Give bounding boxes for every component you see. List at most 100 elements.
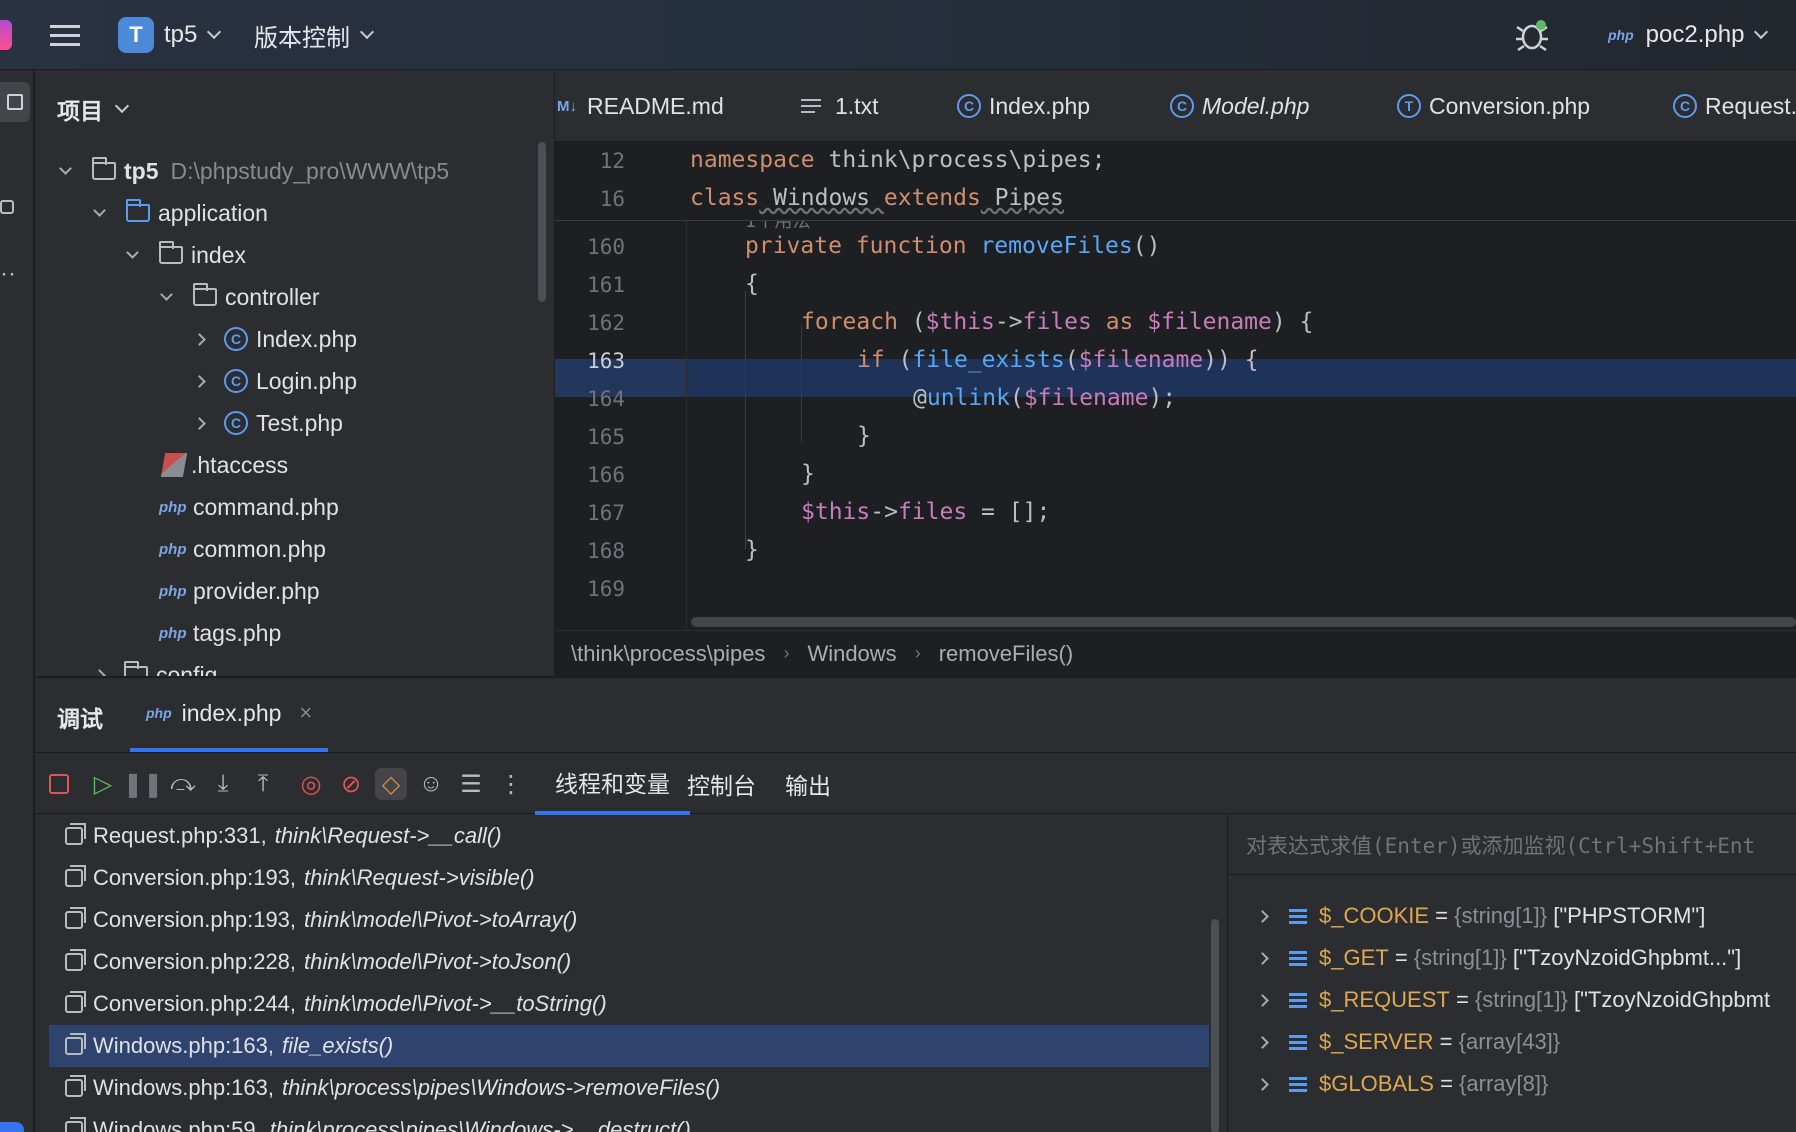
debug-tool-icon[interactable]: ✲: [0, 1122, 24, 1132]
stack-frame[interactable]: Request.php:331, think\Request->__call(): [49, 815, 1209, 857]
pause-button[interactable]: ❚❚: [123, 768, 163, 800]
run-config-selector[interactable]: php poc2.php: [1608, 0, 1769, 70]
step-out-button[interactable]: ⤒: [247, 768, 279, 800]
stack-frame[interactable]: Windows.php:163, think\process\pipes\Wind…: [49, 1067, 1209, 1109]
php-file-icon: php: [1608, 27, 1634, 43]
tree-item-common-php[interactable]: php common.php: [159, 528, 326, 570]
gutter-divider: [686, 221, 687, 630]
stack-frame[interactable]: Conversion.php:193, think\model\Pivot->to…: [49, 899, 1209, 941]
tree-item-index-php[interactable]: C Index.php: [193, 318, 358, 360]
chevron-down-icon: [93, 204, 106, 217]
tab-label: Model.php: [1202, 92, 1310, 119]
stack-frame[interactable]: Conversion.php:228, think\model\Pivot->to…: [49, 941, 1209, 983]
break-at-first-line-button[interactable]: ◇: [375, 768, 407, 800]
tree-item-command-php[interactable]: php command.php: [159, 486, 339, 528]
debug-bug-button[interactable]: [1514, 0, 1550, 70]
evaluate-expression-input[interactable]: 对表达式求值(Enter)或添加监视(Ctrl+Shift+Ent: [1228, 815, 1796, 875]
close-icon[interactable]: ×: [299, 700, 312, 726]
chevron-down-icon: [59, 162, 72, 175]
horizontal-scrollbar[interactable]: [691, 617, 1796, 627]
line-number: 160: [587, 235, 625, 259]
mute-breakpoints-button[interactable]: ⊘: [335, 768, 367, 800]
tree-item-tp5[interactable]: tp5 D:\phpstudy_pro\WWW\tp5: [59, 150, 450, 192]
break-first-line-icon: ◇: [381, 770, 401, 798]
tree-item-provider-php[interactable]: php provider.php: [159, 570, 320, 612]
step-out-icon: ⤒: [257, 770, 269, 797]
tree-item-config[interactable]: config: [93, 654, 217, 676]
tab-conversion-php[interactable]: T Conversion.php: [1397, 70, 1591, 141]
tree-item-path: D:\phpstudy_pro\WWW\tp5: [170, 157, 450, 184]
tab-index-php[interactable]: C Index.php: [957, 70, 1091, 141]
frame-location: Conversion.php:228,: [93, 949, 297, 974]
stop-button[interactable]: [43, 768, 75, 800]
more-options-button[interactable]: ⋮: [495, 768, 527, 800]
project-switcher[interactable]: T tp5: [118, 0, 222, 70]
tree-item-label: Index.php: [256, 325, 358, 352]
vcs-menu[interactable]: 版本控制: [254, 0, 375, 70]
variable-row[interactable]: $_SERVER = {array[43]}: [1256, 1021, 1560, 1063]
stack-frame-selected[interactable]: Windows.php:163, file_exists(): [49, 1025, 1209, 1067]
tab-request-php[interactable]: C Request.: [1673, 70, 1796, 141]
tab-label: Request.: [1705, 92, 1796, 119]
app-logo-icon[interactable]: [0, 0, 16, 70]
frames-scrollbar[interactable]: [1211, 919, 1219, 1132]
tree-item-tags-php[interactable]: php tags.php: [159, 612, 281, 654]
project-scrollbar[interactable]: [538, 142, 546, 302]
chevron-down-icon: [1754, 24, 1769, 40]
tree-item-htaccess[interactable]: .htaccess: [160, 444, 288, 486]
main-menu-button[interactable]: [50, 0, 80, 70]
project-tool-icon[interactable]: [0, 82, 30, 122]
code-line-161: {: [745, 271, 759, 297]
variable-row[interactable]: $_COOKIE = {string[1]} ["PHPSTORM"]: [1256, 895, 1705, 937]
tree-item-application[interactable]: application: [93, 192, 268, 234]
more-tools-icon[interactable]: ··: [0, 260, 16, 288]
variable-row[interactable]: $_GET = {string[1]} ["TzoyNzoidGhpbmt...…: [1256, 937, 1742, 979]
variable-value: ["TzoyNzoidGhpbmt..."]: [1512, 945, 1742, 970]
project-panel-header[interactable]: 项目: [57, 92, 130, 126]
step-over-button[interactable]: ⤼: [167, 768, 199, 800]
evaluate-button[interactable]: ☺: [415, 768, 447, 800]
tab-model-php[interactable]: C Model.php: [1170, 70, 1310, 141]
stack-frame[interactable]: Windows.php:59, think\process\pipes\Windo…: [49, 1109, 1209, 1132]
tab-1-txt[interactable]: 1.txt: [801, 70, 878, 141]
debug-panel-title: 调试: [57, 706, 103, 732]
stack-frame[interactable]: Conversion.php:244, think\model\Pivot->__…: [49, 983, 1209, 1025]
tree-item-label: common.php: [193, 535, 326, 562]
add-watch-button[interactable]: ☰: [455, 768, 487, 800]
tab-output[interactable]: 输出: [765, 753, 851, 815]
tab-debug-session[interactable]: php index.php ×: [130, 678, 329, 752]
chevron-down-icon: [126, 246, 139, 259]
tab-label: Conversion.php: [1429, 92, 1591, 119]
step-into-button[interactable]: ⤓: [207, 768, 239, 800]
class-icon: C: [224, 327, 248, 351]
breadcrumb-namespace[interactable]: \think\process\pipes: [571, 641, 765, 667]
tab-console[interactable]: 控制台: [667, 753, 776, 815]
code-line-165: }: [857, 423, 871, 449]
array-icon: [1289, 908, 1307, 924]
tree-item-test-php[interactable]: C Test.php: [193, 402, 343, 444]
tree-item-index[interactable]: index: [126, 234, 246, 276]
variable-row[interactable]: $_REQUEST = {string[1]} ["TzoyNzoidGhpbm…: [1256, 979, 1770, 1021]
stack-frame[interactable]: Conversion.php:193, think\Request->visibl…: [49, 857, 1209, 899]
breadcrumb-method[interactable]: removeFiles(): [939, 641, 1073, 667]
tree-item-controller[interactable]: controller: [160, 276, 320, 318]
tree-item-login-php[interactable]: C Login.php: [193, 360, 357, 402]
breadcrumb-class[interactable]: Windows: [807, 641, 896, 667]
frame-location: Conversion.php:193,: [93, 865, 297, 890]
commit-tool-icon[interactable]: [0, 200, 14, 214]
chevron-right-icon: [193, 416, 206, 430]
code-line-166: }: [801, 461, 815, 487]
chevron-down-icon: [114, 98, 130, 114]
tab-label: Index.php: [989, 92, 1091, 119]
frame-icon: [65, 949, 86, 971]
code-editor[interactable]: 1个用法 160 161 162 163 164 165 166 167 168…: [555, 143, 1796, 630]
resume-button[interactable]: ▷: [87, 768, 119, 800]
tab-readme[interactable]: M↓ README.md: [557, 70, 724, 141]
sticky-scope-header[interactable]: 12 16 namespace think\process\pipes; cla…: [555, 143, 1796, 221]
view-breakpoints-button[interactable]: ◎: [295, 768, 327, 800]
code-line-163: if (file_exists($filename)) {: [857, 347, 1259, 373]
frame-function: think\Request->__call(): [274, 823, 502, 848]
variable-row[interactable]: $GLOBALS = {array[8]}: [1256, 1063, 1548, 1105]
project-panel: 项目 tp5 D:\phpstudy_pro\WWW\tp5 applicati…: [35, 70, 554, 676]
frame-location: Windows.php:163,: [93, 1075, 274, 1100]
